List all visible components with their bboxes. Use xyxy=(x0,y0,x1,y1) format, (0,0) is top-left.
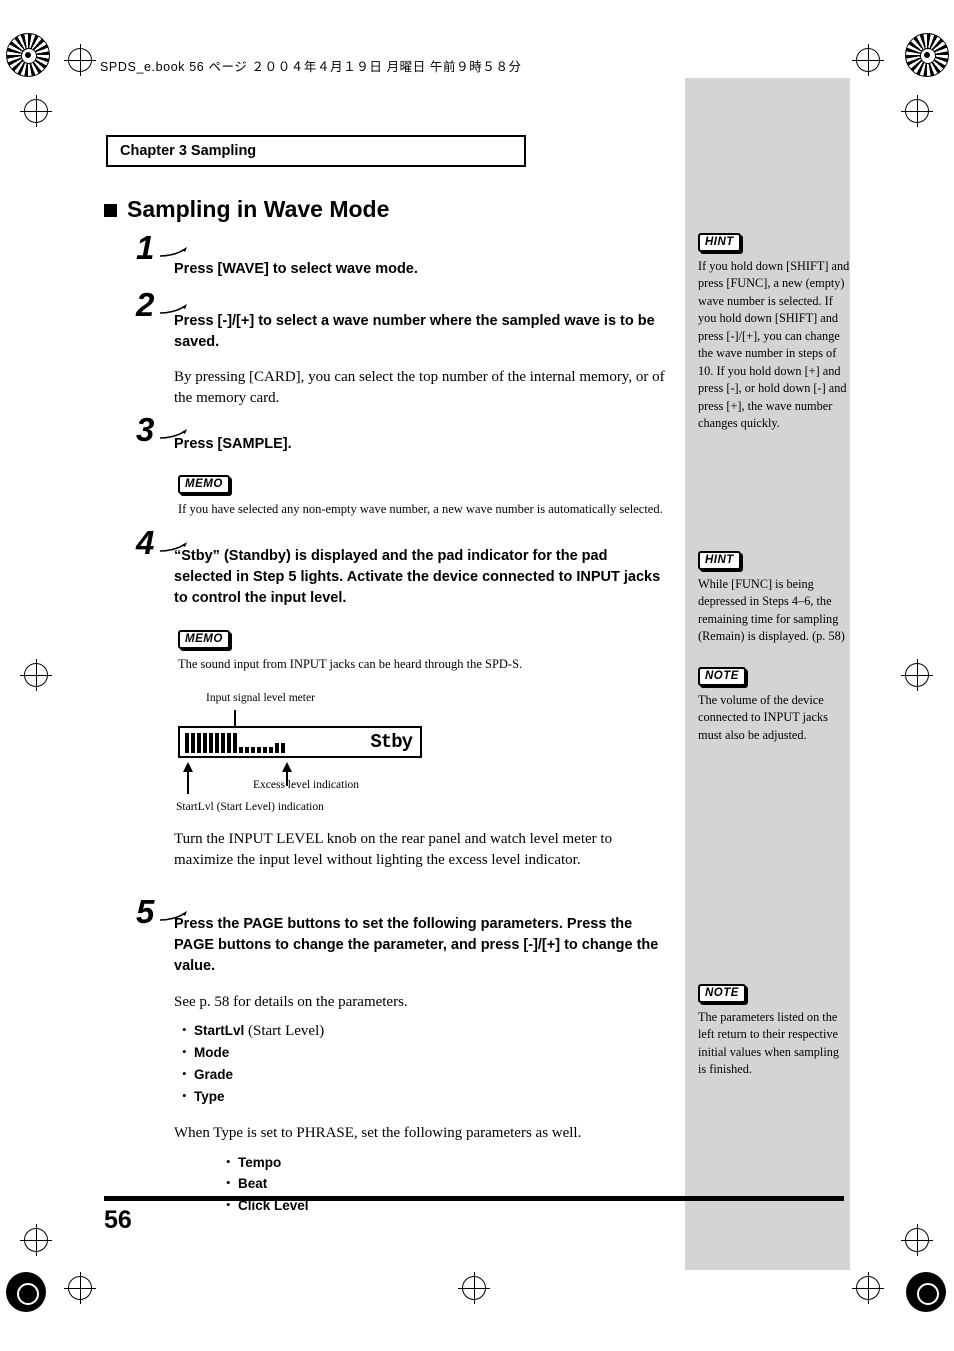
crop-mark-bl2 xyxy=(20,1224,52,1256)
crop-mark-br2 xyxy=(901,1224,933,1256)
step-1-heading: Press [WAVE] to select wave mode. xyxy=(174,261,418,277)
registration-mark-top-left xyxy=(6,33,50,77)
memo-badge: MEMO xyxy=(178,630,230,649)
file-header-line: SPDS_e.book 56 ページ ２００４年４月１９日 月曜日 午前９時５８… xyxy=(100,60,522,74)
memo-block-2: MEMO The sound input from INPUT jacks ca… xyxy=(178,629,648,674)
document-page: SPDS_e.book 56 ページ ２００４年４月１９日 月曜日 午前９時５８… xyxy=(0,0,954,1351)
step-3-body: Press [SAMPLE]. xyxy=(174,434,666,455)
memo-block-1: MEMO If you have selected any non-empty … xyxy=(178,474,666,519)
sidenote-text: The volume of the device connected to IN… xyxy=(698,693,828,742)
registration-mark-top-right xyxy=(905,33,949,77)
note-badge: NOTE xyxy=(698,984,746,1003)
step-4-body: “Stby” (Standby) is displayed and the pa… xyxy=(174,546,668,609)
sidenote-text: While [FUNC] is being depressed in Steps… xyxy=(698,577,845,644)
step-4-paragraph: Turn the INPUT LEVEL knob on the rear pa… xyxy=(174,831,613,869)
page-title-text: Sampling in Wave Mode xyxy=(127,196,390,222)
crop-mark-tr xyxy=(852,44,884,76)
step-number-1: 1 xyxy=(136,229,187,267)
lcd-display-figure: Stby xyxy=(178,726,422,758)
step-5-parameter-list-2: Tempo Beat Click Level xyxy=(174,1153,666,1218)
crop-mark-mr xyxy=(901,659,933,691)
step-swash-icon xyxy=(158,245,187,259)
lcd-level-meter-icon xyxy=(185,733,315,760)
step-5-parameter-list: StartLvl (Start Level) Mode Grade Type xyxy=(174,1021,666,1108)
step-number-5: 5 xyxy=(136,893,187,931)
step-2-heading: Press [-]/[+] to select a wave number wh… xyxy=(174,313,655,351)
list-item: Grade xyxy=(182,1065,666,1087)
crop-mark-ml xyxy=(20,659,52,691)
figure-label-input-meter: Input signal level meter xyxy=(206,692,315,704)
sidenote-hint-1: HINT If you hold down [SHIFT] and press … xyxy=(698,232,850,433)
lcd-status-text: Stby xyxy=(370,731,413,753)
step-5-paragraph: See p. 58 for details on the parameters. xyxy=(174,994,408,1011)
list-item: Beat xyxy=(226,1174,666,1196)
chapter-heading-box: Chapter 3 Sampling xyxy=(106,135,526,167)
sidenote-note-1: NOTE The volume of the device connected … xyxy=(698,666,850,744)
step-1-body: Press [WAVE] to select wave mode. xyxy=(174,259,674,280)
memo-badge: MEMO xyxy=(178,475,230,494)
list-item: Type xyxy=(182,1087,666,1109)
memo-text: The sound input from INPUT jacks can be … xyxy=(178,657,523,671)
sidenote-note-2: NOTE The parameters listed on the left r… xyxy=(698,983,850,1079)
step-4-heading: “Stby” (Standby) is displayed and the pa… xyxy=(174,548,661,607)
step-number-2: 2 xyxy=(136,286,187,324)
figure-label-startlvl: StartLvl (Start Level) indication xyxy=(176,801,324,813)
step-number-3: 3 xyxy=(136,411,187,449)
sidenote-hint-2: HINT While [FUNC] is being depressed in … xyxy=(698,550,850,646)
list-item: Tempo xyxy=(226,1153,666,1175)
crop-mark-bl xyxy=(64,1272,96,1304)
step-2-paragraph: By pressing [CARD], you can select the t… xyxy=(174,369,665,407)
crop-mark-bc xyxy=(458,1272,490,1304)
note-badge: NOTE xyxy=(698,667,746,686)
figure-label-excess: Excess level indication xyxy=(253,779,360,791)
step-5-paragraph-2: When Type is set to PHRASE, set the foll… xyxy=(174,1125,582,1142)
hint-badge: HINT xyxy=(698,551,741,570)
step-number-4: 4 xyxy=(136,524,187,562)
memo-text: If you have selected any non-empty wave … xyxy=(178,502,663,516)
step-5-body: Press the PAGE buttons to set the follow… xyxy=(174,914,666,1218)
list-item: StartLvl (Start Level) xyxy=(182,1021,666,1043)
page-title: Sampling in Wave Mode xyxy=(104,196,389,223)
crop-mark-br xyxy=(852,1272,884,1304)
list-item: Mode xyxy=(182,1043,666,1065)
figure-arrow-input-meter xyxy=(230,704,240,728)
hint-badge: HINT xyxy=(698,233,741,252)
footer-rule xyxy=(104,1196,844,1201)
crop-mark-r2 xyxy=(901,95,933,127)
registration-mark-bottom-right xyxy=(906,1272,946,1312)
chapter-heading-label: Chapter 3 Sampling xyxy=(120,143,257,159)
crop-mark-tl xyxy=(64,44,96,76)
step-5-heading: Press the PAGE buttons to set the follow… xyxy=(174,916,659,975)
sidenote-text: The parameters listed on the left return… xyxy=(698,1010,840,1077)
figure-arrow-startlvl xyxy=(182,762,194,794)
crop-mark-l2 xyxy=(20,95,52,127)
registration-mark-bottom-left xyxy=(6,1272,46,1312)
square-bullet-icon xyxy=(104,204,117,217)
sidenote-text: If you hold down [SHIFT] and press [FUNC… xyxy=(698,259,850,431)
step-3-heading: Press [SAMPLE]. xyxy=(174,436,292,452)
step-2-body: Press [-]/[+] to select a wave number wh… xyxy=(174,311,666,410)
page-number: 56 xyxy=(104,1206,132,1234)
